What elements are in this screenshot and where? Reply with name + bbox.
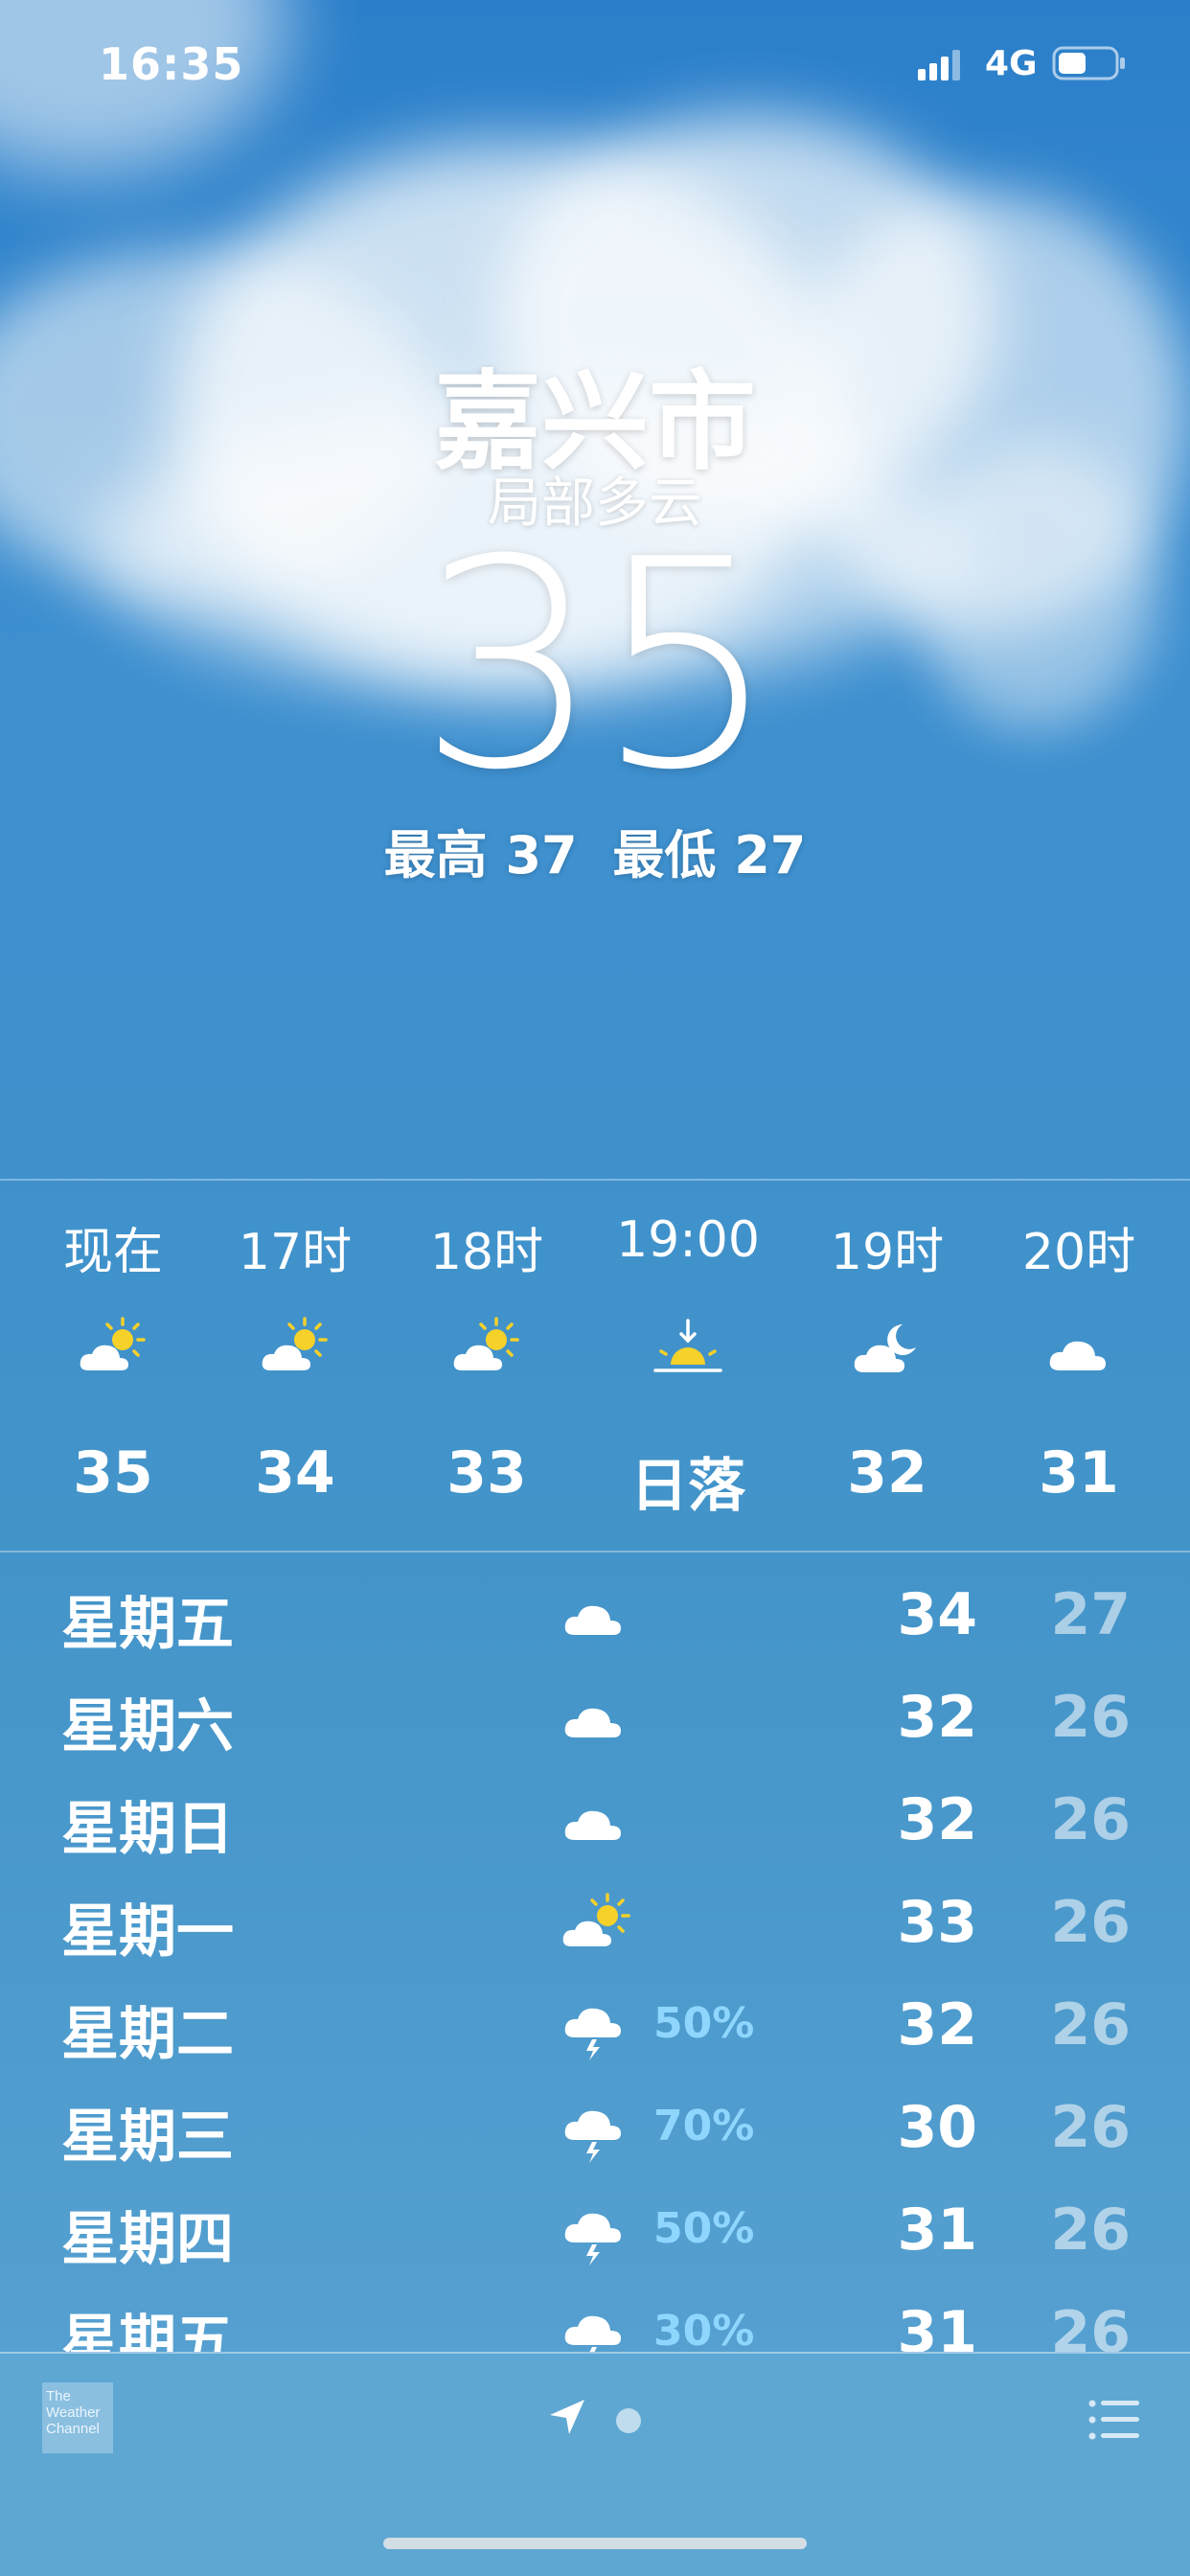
high-low: 最高 37 最低 27 <box>0 813 1190 888</box>
thunderstorm-icon <box>564 2008 621 2060</box>
hour-temp: 31 <box>1039 1439 1119 1506</box>
battery-icon <box>1052 46 1125 80</box>
high-temp: 最高 37 <box>383 825 578 886</box>
weather-channel-logo[interactable]: The Weather Channel <box>42 2382 113 2453</box>
hour-item: 19:00 日落 <box>592 1181 784 1551</box>
day-high: 33 <box>897 1889 978 1956</box>
day-name: 星期五 <box>61 2309 234 2352</box>
hour-temp: 35 <box>73 1439 153 1506</box>
hour-item: 19时 32 <box>791 1181 983 1551</box>
day-name: 星期四 <box>61 2206 234 2273</box>
location-arrow-icon[interactable] <box>546 2396 588 2438</box>
list-icon[interactable] <box>1088 2398 1140 2442</box>
hour-temp: 33 <box>446 1439 527 1506</box>
hour-item: 18时 33 <box>391 1181 583 1551</box>
weather-screen: 16:35 4G 嘉兴市 局部多云 35 最高 37 最低 27 现在 35 1… <box>0 0 1190 2576</box>
day-high: 31 <box>897 2196 978 2264</box>
daily-row: 星期五 34 27 <box>0 1560 1190 1663</box>
status-time: 16:35 <box>99 38 244 90</box>
hour-label: 19时 <box>830 1224 945 1281</box>
day-name: 星期二 <box>61 2001 234 2068</box>
hour-temp: 日落 <box>630 1453 745 1520</box>
daily-row: 星期四 50% 31 26 <box>0 2175 1190 2278</box>
day-low: 26 <box>1050 1786 1132 1853</box>
low-temp: 最低 27 <box>612 825 807 886</box>
cloud-icon <box>564 1605 621 1635</box>
cloud-moon-icon <box>854 1324 916 1372</box>
partly-sunny-icon <box>80 1317 146 1370</box>
daily-row: 星期一 33 26 <box>0 1868 1190 1970</box>
network-label: 4G <box>985 44 1038 83</box>
day-name: 星期日 <box>61 1796 234 1863</box>
day-name: 星期一 <box>61 1898 234 1966</box>
current-temperature: 35 <box>418 498 778 833</box>
hour-item: 17时 34 <box>199 1181 391 1551</box>
hour-label: 18时 <box>429 1224 544 1281</box>
daily-row: 星期二 50% 32 26 <box>0 1970 1190 2073</box>
thunderstorm-icon <box>564 2110 621 2163</box>
hour-label: 20时 <box>1021 1224 1136 1281</box>
precip-chance: 50% <box>653 1999 755 2048</box>
day-low: 26 <box>1050 1889 1132 1956</box>
home-indicator[interactable] <box>383 2538 807 2549</box>
precip-chance: 30% <box>653 2307 755 2352</box>
thunderstorm-icon <box>564 2213 621 2266</box>
hour-item: 现在 35 <box>17 1181 209 1551</box>
cloud-icon <box>1049 1341 1106 1370</box>
precip-chance: 70% <box>653 2102 755 2150</box>
day-low: 26 <box>1050 2094 1132 2161</box>
day-high: 31 <box>897 2299 978 2352</box>
hour-label: 现在 <box>62 1224 163 1281</box>
hour-label: 17时 <box>238 1224 353 1281</box>
daily-row: 星期六 32 26 <box>0 1663 1190 1765</box>
day-high: 30 <box>897 2094 978 2161</box>
day-name: 星期六 <box>61 1693 234 1760</box>
hour-label: 19:00 <box>616 1211 760 1269</box>
hour-temp: 34 <box>255 1439 335 1506</box>
day-high: 34 <box>897 1581 978 1648</box>
day-low: 26 <box>1050 2196 1132 2264</box>
cloud-icon <box>564 1708 621 1737</box>
daily-row: 星期五 30% 31 26 <box>0 2278 1190 2352</box>
hourly-forecast[interactable]: 现在 35 17时 34 18时 33 19:00 日落 19时 32 20时 … <box>0 1181 1190 1551</box>
day-low: 26 <box>1050 1991 1132 2058</box>
daily-row: 星期日 32 26 <box>0 1765 1190 1868</box>
status-bar: 16:35 4G <box>0 0 1190 125</box>
daily-row: 星期三 70% 30 26 <box>0 2073 1190 2175</box>
divider <box>0 1551 1190 1552</box>
precip-chance: 50% <box>653 2204 755 2253</box>
partly-sunny-icon <box>262 1317 328 1370</box>
partly-sunny-icon <box>453 1317 519 1370</box>
day-low: 27 <box>1050 1581 1132 1648</box>
page-indicator-dot[interactable] <box>616 2408 641 2433</box>
day-high: 32 <box>897 1684 978 1751</box>
sunset-icon <box>653 1319 722 1372</box>
daily-forecast[interactable]: 星期五 34 27 星期六 32 26 星期日 32 26 星期一 33 26 … <box>0 1560 1190 2352</box>
day-name: 星期五 <box>61 1591 234 1658</box>
day-low: 26 <box>1050 2299 1132 2352</box>
hour-item: 20时 31 <box>983 1181 1175 1551</box>
day-name: 星期三 <box>61 2104 234 2171</box>
day-high: 32 <box>897 1991 978 2058</box>
thunderstorm-icon <box>564 2315 621 2352</box>
cloud-icon <box>564 1810 621 1840</box>
partly-sunny-icon <box>562 1893 630 1946</box>
cellular-signal-icon <box>918 50 960 80</box>
day-high: 32 <box>897 1786 978 1853</box>
day-low: 26 <box>1050 1684 1132 1751</box>
hour-temp: 32 <box>847 1439 927 1506</box>
